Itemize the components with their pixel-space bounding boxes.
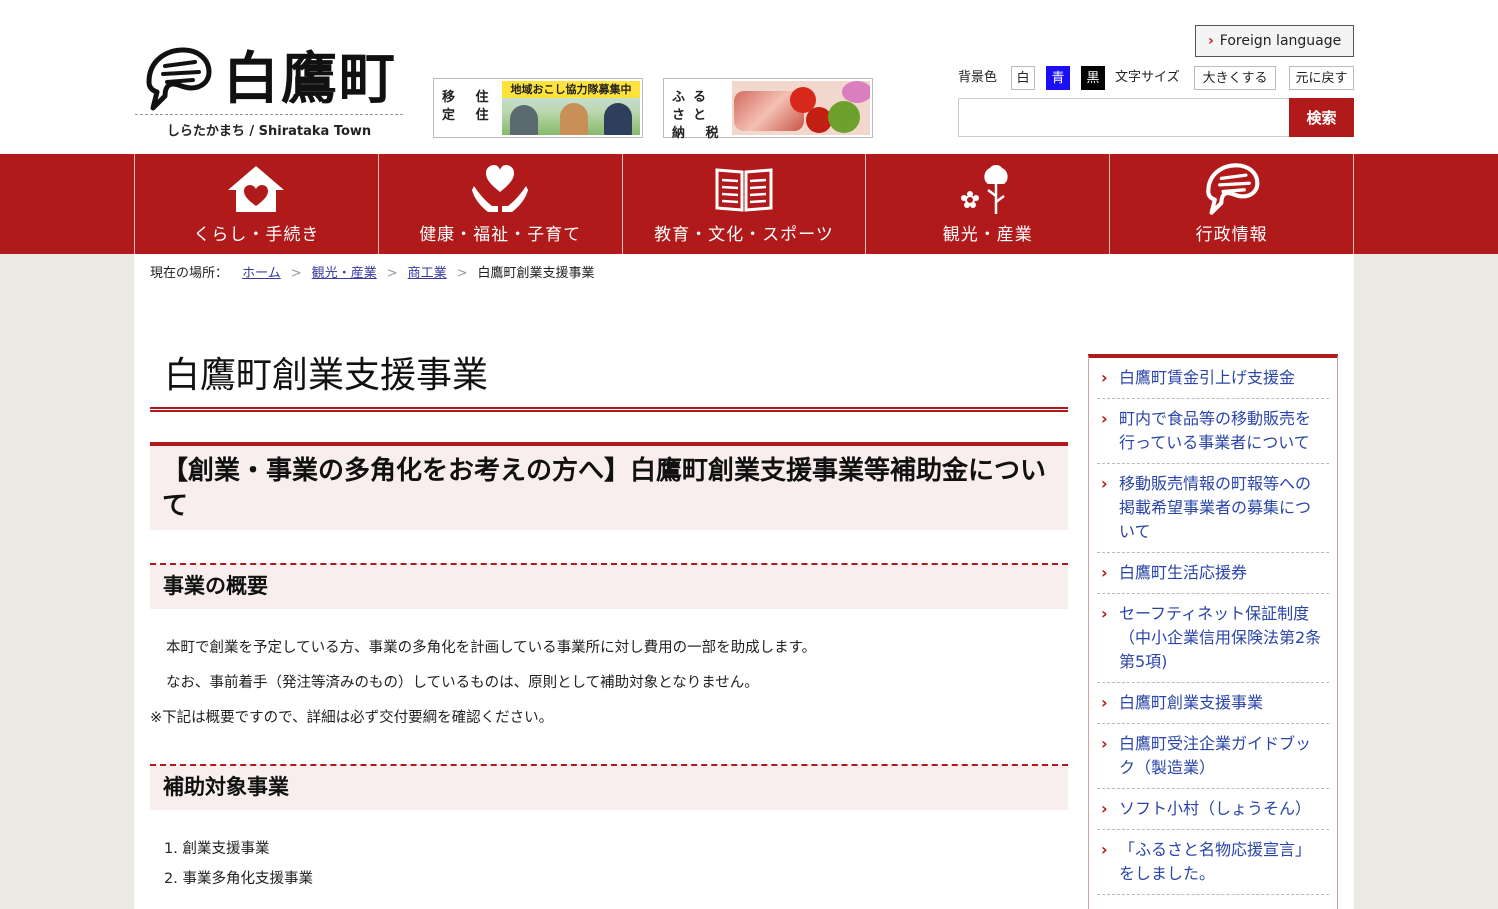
overview-paragraph: なお、事前着手（発注等済みのもの）しているものは、原則として補助対象となりません…	[166, 675, 759, 691]
banner-iju-tag: 地域おこし協力隊募集中	[502, 81, 640, 98]
chevron-right-icon: ›	[1101, 474, 1108, 493]
nav-item-kanko[interactable]: 観光・産業	[866, 154, 1111, 254]
logo-subtitle: しらたかまち / Shirataka Town	[166, 124, 372, 139]
search-input[interactable]	[958, 98, 1289, 137]
banner-furusato-text: ふるさと 納 税	[672, 90, 727, 141]
banner-iju-text: 移 住 定 住	[442, 90, 497, 123]
breadcrumb-separator: >	[456, 266, 468, 281]
section-heading-overview: 事業の概要	[150, 563, 1068, 609]
side-nav-item[interactable]: › 「ふるさと名物応援宣言」をしました。	[1097, 830, 1329, 895]
side-nav-item[interactable]: › 白鷹町賃金引上げ支援金	[1097, 358, 1329, 399]
list-item: 2. 事業多角化支援事業	[164, 871, 313, 887]
bg-color-label: 背景色	[958, 70, 998, 85]
town-mark-icon	[146, 47, 212, 111]
font-size-label: 文字サイズ	[1115, 70, 1180, 85]
banner-iju-teiju[interactable]: 移 住 定 住 地域おこし協力隊募集中	[433, 78, 643, 138]
nav-label: 教育・文化・スポーツ	[654, 225, 834, 245]
logo-divider	[135, 114, 403, 115]
person-figure	[510, 105, 538, 135]
side-nav-label: 町内で食品等の移動販売を行っている事業者について	[1119, 409, 1312, 452]
side-nav-label: 白鷹町受注企業ガイドブック（製造業）	[1119, 734, 1312, 777]
chevron-right-icon: ›	[1101, 693, 1108, 712]
side-nav-label: 白鷹町創業支援事業	[1119, 693, 1264, 712]
chevron-right-icon: ›	[1101, 563, 1108, 582]
side-nav-item[interactable]: › セーフティネット保証制度（中小企業信用保険法第2条第5項)	[1097, 594, 1329, 683]
search-button[interactable]: 検索	[1289, 98, 1354, 137]
hands-heart-icon	[472, 165, 529, 212]
site-header: 白鷹町 しらたかまち / Shirataka Town 移 住 定 住 地域おこ…	[0, 0, 1498, 154]
bg-black-button[interactable]: 黒	[1081, 66, 1105, 90]
flower-icon	[960, 165, 1008, 214]
chevron-right-icon: ›	[1101, 409, 1108, 428]
open-book-icon	[715, 168, 773, 212]
global-nav: くらし・手続き 健康・福祉・子育て 教育・文化・スポーツ 観光・産業 行政情報	[0, 154, 1498, 254]
flower-image	[842, 81, 870, 103]
breadcrumb-separator: >	[290, 266, 302, 281]
side-nav-item[interactable]: › 町内で食品等の移動販売を行っている事業者について	[1097, 399, 1329, 464]
breadcrumb-kanko[interactable]: 観光・産業	[312, 266, 377, 281]
side-nav-item[interactable]: › 白鷹町生活応援券	[1097, 553, 1329, 594]
side-nav-label: セーフティネット保証制度（中小企業信用保険法第2条第5項)	[1119, 604, 1322, 671]
bg-white-button[interactable]: 白	[1011, 66, 1035, 90]
side-nav-label: 移動販売情報の町報等への掲載希望事業者の募集について	[1119, 474, 1312, 541]
nav-item-kenko[interactable]: 健康・福祉・子育て	[379, 154, 623, 254]
list-item: 1. 創業支援事業	[164, 841, 270, 857]
nav-label: 行政情報	[1195, 225, 1268, 245]
person-figure	[560, 103, 588, 135]
page-title: 白鷹町創業支援事業	[150, 346, 1068, 412]
side-nav-item-current[interactable]: › 白鷹町創業支援事業	[1097, 683, 1329, 724]
house-heart-icon	[228, 166, 285, 212]
foreign-language-label: Foreign language	[1219, 33, 1342, 49]
side-nav-label: 白鷹町賃金引上げ支援金	[1119, 368, 1296, 387]
side-nav-item[interactable]: › 白鷹町受注企業ガイドブック（製造業）	[1097, 724, 1329, 789]
nav-label: くらし・手続き	[193, 225, 320, 245]
breadcrumb-label: 現在の場所：	[150, 266, 229, 281]
side-nav-item[interactable]: › ソフト小村（しょうそん）	[1097, 789, 1329, 830]
nav-item-kurashi[interactable]: くらし・手続き	[135, 154, 379, 254]
breadcrumb-home[interactable]: ホーム	[242, 266, 281, 281]
banner-furusato-nozei[interactable]: ふるさと 納 税	[663, 78, 873, 141]
banner-iju-photo: 地域おこし協力隊募集中	[502, 81, 640, 135]
person-figure	[604, 103, 632, 135]
banner-furusato-photo	[732, 81, 870, 135]
section-heading-target: 補助対象事業	[150, 764, 1068, 810]
font-size-reset-button[interactable]: 元に戻す	[1289, 66, 1354, 90]
side-nav-label: ソフト小村（しょうそん）	[1119, 799, 1312, 818]
chevron-right-icon: ›	[1208, 33, 1214, 49]
breadcrumb-shokogyo[interactable]: 商工業	[408, 266, 447, 281]
nav-item-gyosei[interactable]: 行政情報	[1110, 154, 1354, 254]
green-drink-image	[828, 101, 860, 133]
side-nav-label: 白鷹町生活応援券	[1119, 563, 1248, 582]
side-nav-label: 「ふるさと名物応援宣言」をしました。	[1119, 840, 1312, 883]
article-heading: 【創業・事業の多角化をお考えの方へ】白鷹町創業支援事業等補助金について	[150, 442, 1068, 530]
foreign-language-button[interactable]: › Foreign language	[1195, 25, 1354, 57]
nav-label: 観光・産業	[942, 225, 1033, 245]
page-background: 現在の場所： ホーム > 観光・産業 > 商工業 > 白鷹町創業支援事業 白鷹町創業支援事業…	[0, 254, 1498, 909]
content-area: 現在の場所： ホーム > 観光・産業 > 商工業 > 白鷹町創業支援事業 白鷹町創業支援事業…	[134, 254, 1354, 909]
overview-paragraph: 本町で創業を予定している方、事業の多角化を計画している事業所に対し費用の一部を助…	[166, 640, 817, 656]
chevron-right-icon: ›	[1101, 840, 1108, 859]
breadcrumb: 現在の場所： ホーム > 観光・産業 > 商工業 > 白鷹町創業支援事業	[150, 262, 595, 281]
site-logo[interactable]: 白鷹町 しらたかまち / Shirataka Town	[135, 44, 405, 140]
side-nav-item[interactable]: › 移動販売情報の町報等への掲載希望事業者の募集について	[1097, 464, 1329, 553]
nav-label: 健康・福祉・子育て	[419, 225, 582, 245]
nav-item-kyoiku[interactable]: 教育・文化・スポーツ	[623, 154, 867, 254]
breadcrumb-current: 白鷹町創業支援事業	[477, 266, 595, 281]
breadcrumb-separator: >	[386, 266, 398, 281]
side-nav: › 白鷹町賃金引上げ支援金 › 町内で食品等の移動販売を行っている事業者について ›…	[1088, 354, 1338, 909]
chevron-right-icon: ›	[1101, 799, 1108, 818]
bg-blue-button[interactable]: 青	[1046, 66, 1070, 90]
chevron-right-icon: ›	[1101, 734, 1108, 753]
logo-name: 白鷹町	[223, 46, 397, 112]
chevron-right-icon: ›	[1101, 604, 1108, 623]
font-size-increase-button[interactable]: 大きくする	[1194, 66, 1276, 90]
chevron-right-icon: ›	[1101, 368, 1108, 387]
overview-note: ※下記は概要ですので、詳細は必ず交付要綱を確認ください。	[150, 710, 554, 726]
town-mark-icon	[1205, 163, 1259, 215]
